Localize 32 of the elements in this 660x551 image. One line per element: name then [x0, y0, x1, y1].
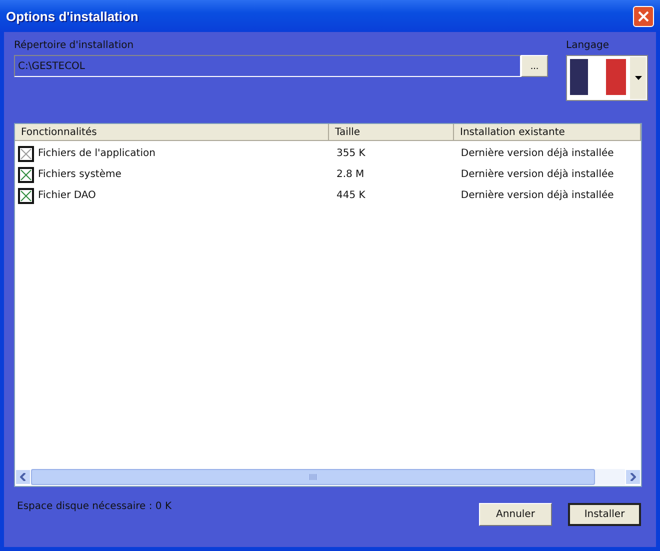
table-cell-text: Dernière version déjà installée — [460, 169, 615, 180]
language-dropdown[interactable] — [566, 55, 648, 101]
close-button[interactable] — [633, 6, 654, 26]
field-label: Langage — [566, 40, 610, 51]
browse-button[interactable]: ... — [521, 55, 548, 77]
disk-space-text: Espace disque nécessaire : 0 K — [17, 501, 172, 512]
column-header[interactable]: Installation existante — [454, 124, 641, 140]
table-cell-text: 445 K — [335, 190, 366, 201]
checkbox[interactable] — [18, 188, 34, 204]
feature-name: Fichiers système — [38, 169, 122, 180]
table-cell-text: Dernière version déjà installée — [460, 148, 615, 159]
caret-icon — [634, 76, 642, 80]
grip-icon — [309, 474, 317, 480]
scroll-left-button[interactable] — [15, 469, 31, 485]
close-icon — [638, 10, 649, 22]
column-header[interactable]: Fonctionnalités — [15, 124, 329, 140]
cancel-button[interactable]: Annuler — [479, 503, 552, 526]
chevron-left-icon — [20, 473, 26, 481]
checkbox[interactable] — [18, 146, 34, 162]
flag-icon — [570, 59, 626, 95]
table-cell-text: 2.8 M — [335, 169, 366, 180]
scroll-right-button[interactable] — [625, 469, 641, 485]
checkbox[interactable] — [18, 166, 34, 182]
chevron-right-icon — [630, 473, 636, 481]
install-button[interactable]: Installer — [568, 503, 641, 526]
feature-name: Fichiers de l'application — [38, 148, 156, 159]
column-header[interactable]: Taille — [329, 124, 454, 140]
field-label: Répertoire d'installation — [14, 40, 135, 51]
window-title: Options d'installation — [6, 8, 138, 24]
table-cell-text: 355 K — [335, 148, 366, 159]
table-cell-text: Dernière version déjà installée — [460, 190, 615, 201]
feature-name: Fichier DAO — [38, 190, 96, 201]
